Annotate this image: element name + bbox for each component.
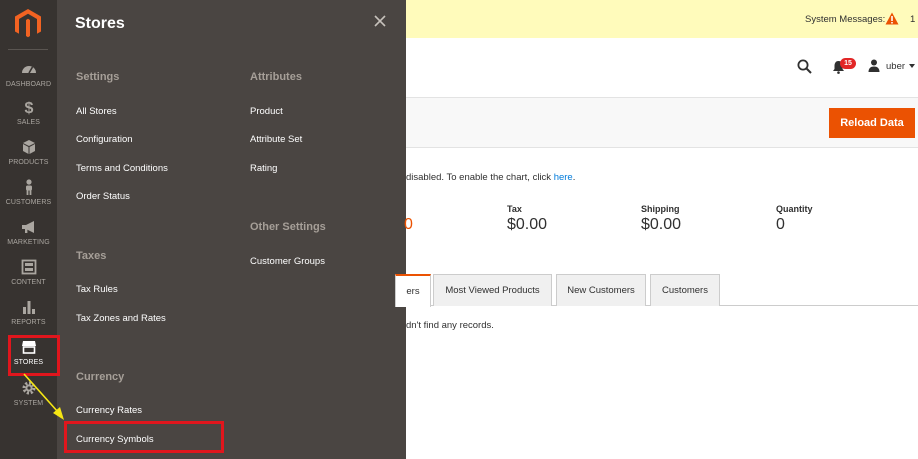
menu-link-currency-rates[interactable]: Currency Rates: [76, 405, 142, 416]
chevron-down-icon[interactable]: [909, 63, 915, 69]
sidebar-item-products[interactable]: PRODUCTS: [0, 139, 57, 177]
menu-link-order-status[interactable]: Order Status: [76, 191, 130, 202]
section-title-currency: Currency: [76, 371, 125, 383]
close-icon[interactable]: [373, 14, 387, 28]
menu-link-product[interactable]: Product: [250, 106, 283, 117]
tab-bestsellers[interactable]: ers: [395, 274, 431, 307]
sidebar-item-label: CUSTOMERS: [5, 199, 52, 206]
user-name[interactable]: uber: [886, 61, 905, 72]
tab-customers[interactable]: Customers: [650, 274, 720, 306]
admin-screen: DASHBOARD $ SALES PRODUCTS CUSTOMERS MAR…: [0, 0, 918, 459]
menu-link-tax-zones-and-rates[interactable]: Tax Zones and Rates: [76, 313, 166, 324]
shipping-label: Shipping: [641, 204, 680, 214]
menu-link-configuration[interactable]: Configuration: [76, 134, 133, 145]
section-title-other-settings: Other Settings: [250, 221, 326, 233]
sidebar-item-label: MARKETING: [7, 239, 50, 246]
reload-data-button[interactable]: Reload Data: [829, 108, 915, 138]
chart-note-suffix: .: [572, 172, 576, 183]
menu-link-all-stores[interactable]: All Stores: [76, 106, 117, 117]
sidebar-item-label: REPORTS: [11, 319, 46, 326]
cube-icon: [22, 140, 35, 154]
tab-new-customers[interactable]: New Customers: [556, 274, 646, 306]
menu-link-tax-rules[interactable]: Tax Rules: [76, 284, 118, 295]
chart-disabled-note: disabled. To enable the chart, click her…: [406, 172, 575, 183]
search-icon[interactable]: [797, 59, 812, 74]
sidebar-item-marketing[interactable]: MARKETING: [0, 219, 57, 257]
bar-chart-icon: [22, 301, 35, 314]
warning-icon[interactable]: [885, 12, 899, 25]
tax-label: Tax: [507, 204, 522, 214]
layout-icon: [21, 259, 36, 275]
notifications-count-badge: 15: [840, 58, 856, 69]
revenue-value-fragment: 0: [404, 216, 413, 233]
quantity-label: Quantity: [776, 204, 813, 214]
sidebar-item-label: PRODUCTS: [8, 159, 49, 166]
system-messages-count: 1: [910, 14, 916, 25]
enable-chart-link[interactable]: here: [554, 172, 573, 183]
system-messages-label[interactable]: System Messages:: [805, 14, 885, 25]
system-messages-bar: System Messages: 1: [406, 0, 918, 38]
flyout-title: Stores: [75, 15, 125, 32]
megaphone-icon: [21, 221, 34, 233]
sidebar-item-label: SALES: [16, 119, 41, 126]
sidebar-item-label: DASHBOARD: [5, 81, 52, 88]
stores-highlight-box: [8, 335, 60, 376]
magento-logo-icon[interactable]: [13, 8, 43, 40]
sidebar-item-reports[interactable]: REPORTS: [0, 299, 57, 337]
shipping-value: $0.00: [641, 216, 682, 233]
section-title-settings: Settings: [76, 71, 120, 83]
svg-text:$: $: [24, 100, 33, 115]
quantity-value: 0: [776, 216, 785, 233]
empty-grid-message: dn't find any records.: [406, 320, 494, 331]
sidebar-item-label: CONTENT: [11, 279, 46, 286]
logo-divider: [8, 49, 48, 50]
tab-most-viewed-products[interactable]: Most Viewed Products: [433, 274, 552, 306]
tax-value: $0.00: [507, 216, 548, 233]
currency-symbols-highlight-box: [64, 421, 224, 453]
menu-link-rating[interactable]: Rating: [250, 163, 277, 174]
menu-link-customer-groups[interactable]: Customer Groups: [250, 256, 325, 267]
sidebar-item-customers[interactable]: CUSTOMERS: [0, 179, 57, 217]
user-icon[interactable]: [868, 59, 880, 72]
chart-note-text: disabled. To enable the chart, click: [406, 172, 552, 183]
sidebar-item-content[interactable]: CONTENT: [0, 259, 57, 297]
menu-link-attribute-set[interactable]: Attribute Set: [250, 134, 302, 145]
dashboard-icon: [21, 66, 36, 74]
person-icon: [25, 179, 32, 195]
section-title-attributes: Attributes: [250, 71, 302, 83]
stores-flyout-menu: Stores Settings All Stores Configuration…: [57, 0, 406, 459]
section-title-taxes: Taxes: [76, 250, 107, 262]
dollar-icon: $: [24, 100, 33, 115]
sidebar-item-sales[interactable]: $ SALES: [0, 99, 57, 137]
sidebar-item-dashboard[interactable]: DASHBOARD: [0, 61, 57, 99]
annotation-arrow-icon: [23, 373, 64, 420]
menu-link-terms-and-conditions[interactable]: Terms and Conditions: [76, 163, 168, 174]
